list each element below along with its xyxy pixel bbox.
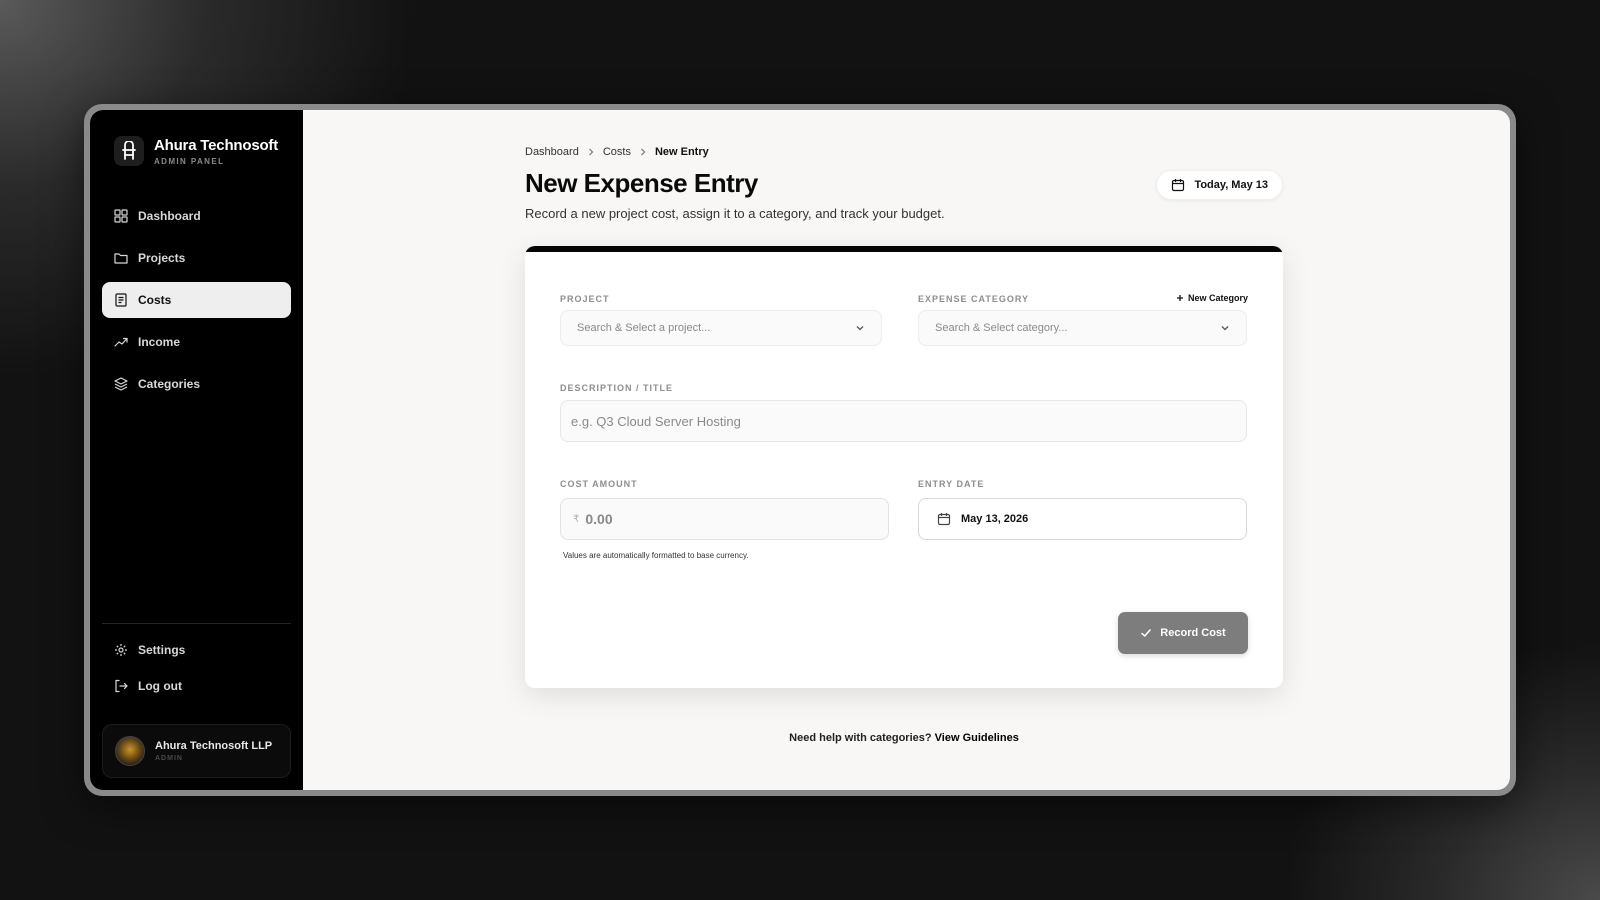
rupee-icon: ₹ (573, 513, 580, 525)
today-date-pill[interactable]: Today, May 13 (1156, 170, 1283, 200)
amount-placeholder: 0.00 (585, 511, 613, 527)
chevron-down-icon (1221, 326, 1229, 331)
avatar (115, 736, 145, 766)
new-category-label: New Category (1187, 293, 1248, 303)
project-select[interactable]: Search & Select a project... (560, 310, 882, 346)
help-text: Need help with categories? View Guidelin… (525, 732, 1283, 744)
sidebar-item-label: Projects (138, 251, 186, 265)
divider (102, 623, 291, 624)
sidebar-item-label: Log out (138, 679, 182, 693)
breadcrumb-current: New Entry (654, 146, 709, 158)
category-select-placeholder: Search & Select category... (935, 322, 1068, 334)
calendar-icon (937, 513, 951, 526)
description-input[interactable]: e.g. Q3 Cloud Server Hosting (560, 400, 1247, 442)
sidebar-item-settings[interactable]: Settings (102, 632, 291, 668)
brand-name: Ahura Technosoft (154, 136, 279, 154)
project-label: PROJECT (560, 294, 610, 304)
category-label: EXPENSE CATEGORY (918, 294, 1030, 304)
project-select-placeholder: Search & Select a project... (577, 322, 711, 334)
main-content: Dashboard Costs New Entry New Expense En… (303, 110, 1510, 790)
breadcrumb: Dashboard Costs New Entry (525, 146, 709, 158)
sidebar-item-label: Categories (138, 377, 201, 391)
calendar-icon (1172, 179, 1185, 192)
page-subtitle: Record a new project cost, assign it to … (525, 206, 945, 221)
sidebar-item-label: Dashboard (138, 209, 201, 223)
sidebar-item-label: Costs (138, 293, 172, 307)
sidebar-item-label: Settings (138, 643, 186, 657)
amount-hint: Values are automatically formatted to ba… (563, 551, 749, 560)
amount-input[interactable]: ₹ 0.00 (560, 498, 889, 540)
view-guidelines-link[interactable]: View Guidelines (935, 732, 1019, 744)
description-label: DESCRIPTION / TITLE (560, 383, 674, 393)
sidebar-item-logout[interactable]: Log out (102, 668, 291, 704)
new-category-button[interactable]: New Category (1176, 293, 1248, 303)
brand[interactable]: Ahura Technosoft ADMIN PANEL (102, 130, 291, 166)
breadcrumb-dashboard[interactable]: Dashboard (525, 146, 579, 158)
logout-icon (115, 679, 128, 693)
sidebar-item-projects[interactable]: Projects (102, 240, 291, 276)
sidebar-item-categories[interactable]: Categories (102, 366, 291, 402)
sidebar-bottom-nav: Settings Log out (102, 632, 291, 704)
receipt-icon (115, 293, 127, 307)
entry-date-input[interactable]: May 13, 2026 (918, 498, 1247, 540)
plus-icon (1176, 295, 1183, 301)
card-accent-bar (525, 246, 1283, 252)
brand-subtitle: ADMIN PANEL (154, 156, 225, 166)
entry-date-value: May 13, 2026 (961, 513, 1029, 525)
chevron-right-icon (588, 148, 594, 156)
folder-icon (114, 253, 128, 264)
today-date-label: Today, May 13 (1194, 179, 1268, 191)
sidebar-item-dashboard[interactable]: Dashboard (102, 198, 291, 234)
chevron-down-icon (856, 326, 864, 331)
app-frame: Ahura Technosoft ADMIN PANEL Dashboard P… (84, 104, 1516, 796)
grid-icon (114, 209, 128, 223)
user-name: Ahura Technosoft LLP (155, 740, 273, 752)
gear-icon (115, 644, 127, 656)
amount-label: COST AMOUNT (560, 479, 638, 489)
brand-logo-icon (114, 136, 144, 166)
help-question: Need help with categories? (789, 732, 932, 744)
expense-form-card: PROJECT Search & Select a project... EXP… (525, 246, 1283, 688)
check-icon (1141, 629, 1152, 637)
page-title: New Expense Entry (525, 168, 758, 198)
entry-date-label: ENTRY DATE (918, 479, 985, 489)
sidebar-nav: Dashboard Projects Costs Income Categori… (102, 198, 291, 402)
app-window: Ahura Technosoft ADMIN PANEL Dashboard P… (90, 110, 1510, 790)
user-card[interactable]: Ahura Technosoft LLP ADMIN (102, 724, 291, 778)
record-cost-button[interactable]: Record Cost (1118, 612, 1248, 654)
sidebar: Ahura Technosoft ADMIN PANEL Dashboard P… (90, 110, 303, 790)
chevron-right-icon (641, 148, 646, 156)
record-cost-label: Record Cost (1160, 627, 1226, 639)
sidebar-item-costs[interactable]: Costs (102, 282, 291, 318)
user-role: ADMIN (155, 755, 183, 762)
sidebar-item-label: Income (138, 335, 181, 349)
layers-icon (114, 377, 128, 391)
category-select[interactable]: Search & Select category... (918, 310, 1247, 346)
description-placeholder: e.g. Q3 Cloud Server Hosting (571, 413, 741, 429)
trending-up-icon (114, 337, 128, 347)
sidebar-item-income[interactable]: Income (102, 324, 291, 360)
breadcrumb-costs[interactable]: Costs (603, 146, 631, 158)
